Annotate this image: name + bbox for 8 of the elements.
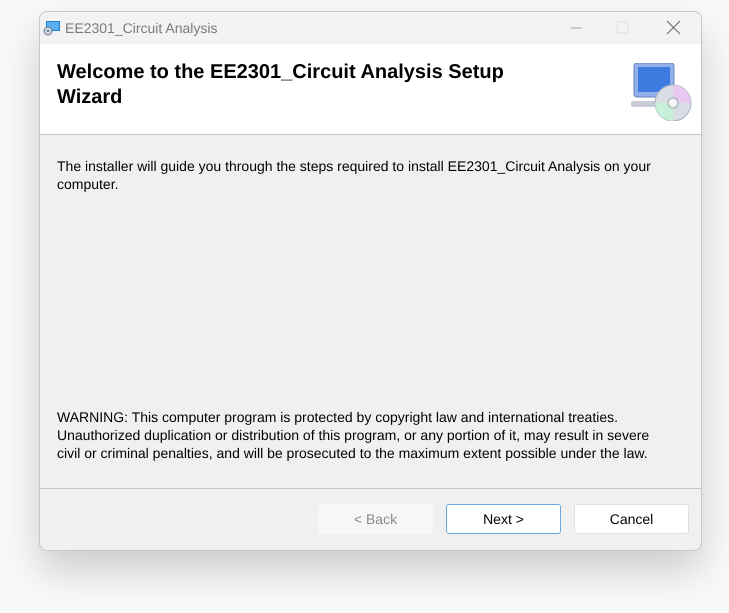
warning-text: WARNING: This computer program is protected by copyright law and international treaties. Unauthorized duplication or distribution of this program, or any portion of it, may result in severe civil or criminal penalties, and will be prosecuted to the maximum extent possible under the law. (57, 408, 650, 462)
wizard-button[interactable]: Cancel (574, 504, 689, 534)
wizard-title: Welcome to the EE2301_Circuit Analysis Setup Wizard (57, 60, 505, 110)
computer-icon (43, 20, 61, 36)
computer-disc-icon (631, 63, 693, 121)
wizard-button[interactable]: Next > (446, 504, 561, 534)
intro-text: The installer will guide you through the steps required to install EE2301_Circuit Analysis on your computer. (57, 157, 652, 193)
window-title: EE2301_Circuit Analysis (65, 18, 218, 38)
